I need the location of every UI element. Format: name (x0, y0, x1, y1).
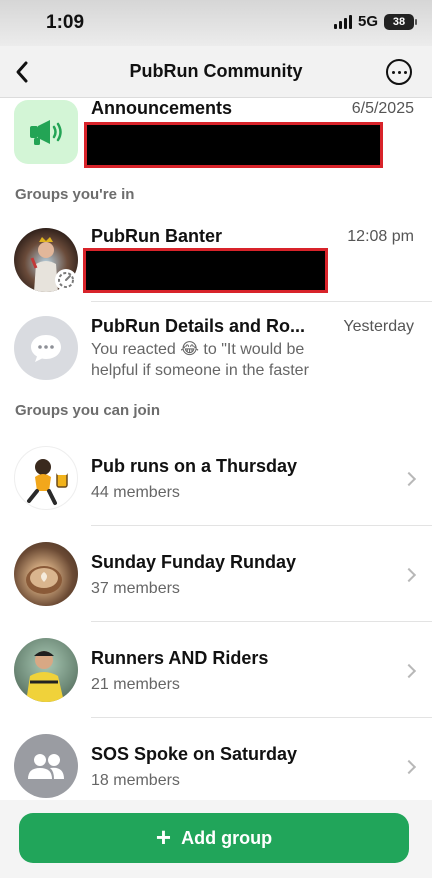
preview-emoji: 😂 (180, 341, 199, 358)
section-groups-in: Groups you're in (15, 186, 135, 203)
add-group-button[interactable]: + Add group (19, 813, 409, 863)
megaphone-icon (14, 100, 78, 164)
group-title: Sunday Funday Runday (91, 552, 297, 572)
status-indicators: 5G 38 (333, 13, 417, 30)
message-preview: You reacted 😂 to "It would be helpful if… (91, 339, 351, 381)
page-title: PubRun Community (129, 61, 303, 81)
redacted-preview (84, 122, 383, 168)
group-title: SOS Spoke on Saturday (91, 744, 298, 764)
join-row-sunday-funday[interactable]: Sunday Funday Runday 37 members (0, 526, 432, 622)
announcements-date: 6/5/2025 (351, 100, 414, 117)
add-group-label: Add group (181, 827, 273, 848)
group-time: 12:08 pm (347, 228, 414, 245)
group-title: Runners AND Riders (91, 648, 269, 668)
join-row-runners-riders[interactable]: Runners AND Riders 21 members (0, 622, 432, 718)
timer-icon (55, 269, 77, 291)
chevron-right-icon (401, 567, 417, 583)
group-avatar (14, 638, 78, 702)
section-groups-join: Groups you can join (15, 402, 161, 419)
nav-bar: PubRun Community (0, 46, 432, 98)
announcements-row[interactable]: Announcements 6/5/2025 (0, 98, 432, 178)
cellular-signal-icon (333, 14, 352, 29)
chevron-right-icon (401, 663, 417, 679)
member-count: 21 members (91, 676, 180, 693)
group-avatar (14, 316, 78, 380)
redacted-preview (83, 248, 328, 293)
join-row-sos-spoke[interactable]: SOS Spoke on Saturday 18 members (0, 718, 432, 800)
chevron-right-icon (401, 759, 417, 775)
ellipsis-circle-icon (391, 70, 395, 74)
group-row-pubrun-details[interactable]: PubRun Details and Ro... Yesterday You r… (0, 302, 432, 394)
group-avatar (14, 446, 78, 510)
chevron-right-icon (401, 471, 417, 487)
people-icon (28, 754, 64, 779)
group-title: PubRun Banter (91, 226, 223, 246)
plus-icon: + (155, 822, 172, 852)
network-type: 5G (357, 13, 378, 30)
preview-prefix: You reacted (91, 341, 176, 358)
ellipsis-dot (397, 70, 401, 74)
ellipsis-dot (403, 70, 407, 74)
group-title: PubRun Details and Ro... (91, 316, 306, 336)
battery-icon: 38 (384, 13, 417, 30)
announcements-title: Announcements (91, 98, 233, 118)
group-time: Yesterday (343, 318, 414, 335)
status-time: 1:09 (46, 12, 85, 33)
status-bar: 1:09 5G 38 (0, 0, 432, 46)
more-options-button[interactable] (386, 59, 412, 85)
member-count: 18 members (91, 772, 180, 789)
chat-bubble-icon (31, 335, 61, 362)
member-count: 37 members (91, 580, 180, 597)
group-row-pubrun-banter[interactable]: PubRun Banter 12:08 pm (0, 220, 432, 302)
join-row-pub-runs-thursday[interactable]: Pub runs on a Thursday 44 members (0, 432, 432, 526)
group-avatar (14, 542, 78, 606)
group-avatar (14, 734, 78, 798)
member-count: 44 members (91, 484, 180, 501)
group-title: Pub runs on a Thursday (91, 456, 298, 476)
